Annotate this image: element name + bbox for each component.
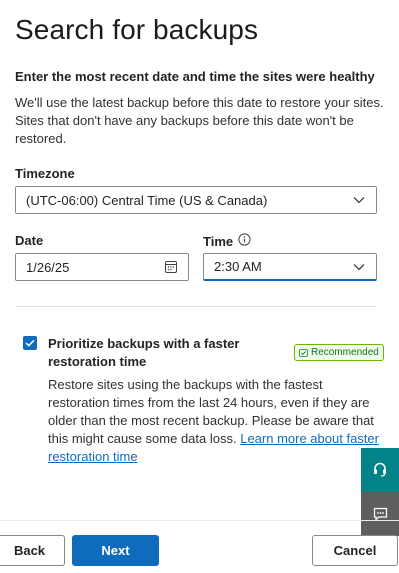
footer-divider [0, 520, 399, 521]
help-button[interactable] [361, 448, 399, 492]
time-value: 2:30 AM [214, 259, 262, 274]
date-picker[interactable]: 1/26/25 [15, 253, 189, 281]
date-value: 1/26/25 [26, 259, 70, 275]
next-button[interactable]: Next [72, 535, 159, 566]
feedback-icon [373, 507, 387, 521]
timezone-value: (UTC-06:00) Central Time (US & Canada) [26, 192, 268, 208]
prioritize-description: Restore sites using the backups with the… [48, 376, 384, 466]
feedback-button[interactable] [361, 492, 399, 536]
page-title: Search for backups [15, 14, 259, 45]
info-icon[interactable] [238, 233, 251, 249]
calendar-icon[interactable] [164, 260, 178, 274]
date-label: Date [15, 233, 44, 248]
section-description: We'll use the latest backup before this … [15, 95, 384, 146]
prioritize-checkbox-label[interactable]: Prioritize backups with a faster restora… [48, 335, 278, 371]
timezone-label: Timezone [15, 166, 75, 181]
timezone-dropdown[interactable]: (UTC-06:00) Central Time (US & Canada) [15, 186, 377, 214]
cancel-button[interactable]: Cancel [312, 535, 398, 566]
time-dropdown[interactable]: 2:30 AM [203, 253, 377, 281]
section-divider [15, 306, 377, 307]
recommended-badge: Recommended [294, 344, 384, 361]
prioritize-checkbox[interactable] [23, 336, 37, 350]
checkmark-icon [299, 348, 308, 357]
section-subheading: Enter the most recent date and time the … [15, 69, 375, 84]
chevron-down-icon [352, 260, 366, 274]
time-label-group: Time [203, 233, 251, 249]
recommended-badge-text: Recommended [311, 347, 379, 358]
headset-icon [374, 462, 386, 477]
back-button[interactable]: Back [0, 535, 65, 566]
checkmark-icon [25, 339, 35, 347]
chevron-down-icon [352, 193, 366, 207]
time-label: Time [203, 233, 234, 249]
